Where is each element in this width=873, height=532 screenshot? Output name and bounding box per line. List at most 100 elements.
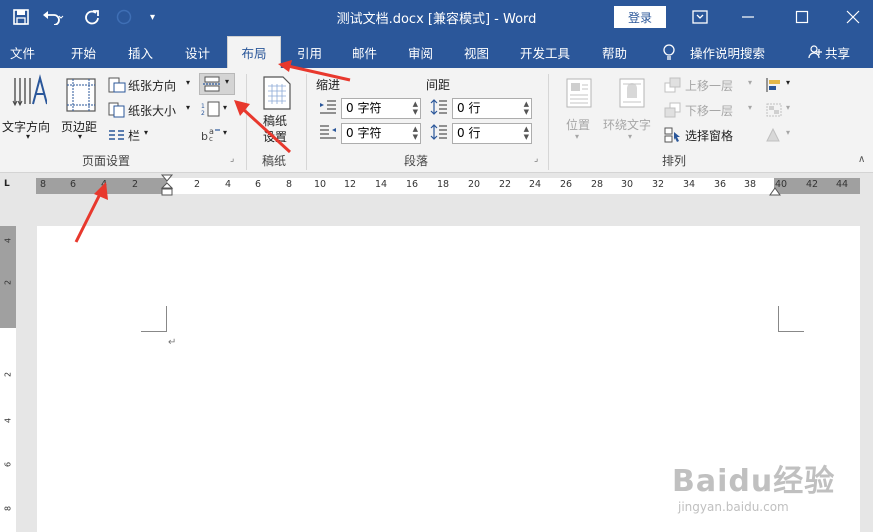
close-icon[interactable] [846, 7, 860, 27]
tab-mailings[interactable]: 邮件 [350, 36, 379, 68]
ruler-tick: 8 [285, 179, 293, 190]
indent-left-field[interactable]: 0 字符 ▲ ▼ [341, 98, 421, 119]
indent-left-value: 0 字符 [346, 101, 382, 115]
columns-button[interactable]: 栏 ▾ [108, 126, 158, 144]
annotation-arrow-ruler [74, 182, 108, 243]
align-button[interactable]: ▾ [765, 76, 795, 94]
line-numbers-icon: 12 [201, 101, 220, 117]
tab-developer[interactable]: 开发工具 [518, 36, 572, 68]
rotate-dropdown-icon: ▾ [786, 128, 791, 137]
ruler-tick: 44 [835, 179, 849, 190]
paragraph-dialog-launcher-icon[interactable]: ⌟ [534, 154, 538, 164]
page-setup-group-label: 页面设置 [82, 154, 131, 168]
tab-help[interactable]: 帮助 [600, 36, 629, 68]
margins-button[interactable]: 页边距 ▾ [60, 72, 104, 144]
position-icon [566, 78, 592, 108]
ruler-tick: 32 [651, 179, 665, 190]
position-button[interactable]: 位置 ▾ [560, 74, 598, 144]
vertical-ruler[interactable]: 4 2 2 4 6 8 [0, 226, 16, 532]
indent-right-field[interactable]: 0 字符 ▲ ▼ [341, 123, 421, 144]
group-separator [306, 74, 307, 170]
columns-icon [109, 130, 124, 140]
spin-arrows-icon[interactable]: ▲ ▼ [413, 125, 418, 141]
share-icon[interactable] [806, 36, 824, 68]
spacing-before-icon [430, 99, 447, 115]
login-button[interactable]: 登录 [614, 6, 666, 28]
wrap-text-label: 环绕文字 [603, 118, 652, 132]
ruler-tick: 34 [682, 179, 696, 190]
bring-forward-dropdown-icon: ▾ [748, 78, 753, 87]
size-button[interactable]: 纸张大小 ▾ [108, 101, 198, 119]
paragraph-group-label: 段落 [404, 154, 429, 168]
ruler-tick: 2 [131, 179, 139, 190]
wrap-text-button[interactable]: 环绕文字 ▾ [603, 74, 661, 144]
bring-forward-button[interactable]: 上移一层 ▾ [664, 76, 758, 94]
tab-view[interactable]: 视图 [462, 36, 491, 68]
title-bar: ▾ 测试文档.docx [兼容模式] - Word 登录 [0, 0, 873, 36]
ribbon-display-options-icon[interactable] [692, 7, 708, 27]
tell-me-search[interactable]: 操作说明搜索 [688, 36, 767, 68]
ruler-tick: 18 [436, 179, 450, 190]
spacing-before-field[interactable]: 0 行 ▲ ▼ [452, 98, 532, 119]
vertical-ruler-tick: 4 [3, 237, 13, 244]
align-dropdown-icon: ▾ [786, 78, 791, 87]
indent-marker-icon[interactable] [160, 174, 174, 196]
indent-right-icon [320, 125, 336, 139]
selection-pane-button[interactable]: 选择窗格 [664, 126, 748, 144]
margin-corner-mark [778, 306, 804, 332]
tab-file[interactable]: 文件 [8, 36, 37, 68]
tab-review[interactable]: 审阅 [406, 36, 435, 68]
group-separator [548, 74, 549, 170]
ribbon-layout-panel: 文字方向 ▾ 页边距 ▾ 纸张方向 ▾ 纸张大小 ▾ 栏 ▾ ▾ 12 ▾ ba… [0, 68, 873, 173]
spacing-after-field[interactable]: 0 行 ▲ ▼ [452, 123, 532, 144]
send-backward-button[interactable]: 下移一层 ▾ [664, 101, 758, 119]
group-objects-dropdown-icon: ▾ [786, 103, 791, 112]
send-backward-dropdown-icon: ▾ [748, 103, 753, 112]
columns-label: 栏 [128, 129, 141, 143]
ruler-tick: 10 [313, 179, 327, 190]
right-indent-marker-icon[interactable] [769, 187, 781, 196]
ruler-tick: 4 [224, 179, 232, 190]
spin-arrows-icon[interactable]: ▲ ▼ [524, 125, 529, 141]
orientation-icon [108, 77, 126, 93]
tab-design[interactable]: 设计 [183, 36, 212, 68]
spacing-after-icon [430, 124, 447, 140]
ruler-tick: 8 [39, 179, 47, 190]
selection-pane-icon [664, 127, 680, 143]
collapse-ribbon-icon[interactable]: ∧ [858, 154, 865, 165]
ribbon-tab-bar: 文件 开始 插入 设计 布局 引用 邮件 审阅 视图 开发工具 帮助 操作说明搜… [0, 36, 873, 68]
spin-arrows-icon[interactable]: ▲ ▼ [524, 100, 529, 116]
paragraph-mark-icon[interactable]: ↵ [168, 337, 176, 348]
tab-layout[interactable]: 布局 [227, 36, 281, 68]
vertical-ruler-tick: 4 [3, 417, 13, 424]
maximize-icon[interactable] [795, 7, 809, 27]
size-label: 纸张大小 [128, 104, 177, 118]
group-objects-button[interactable]: ▾ [765, 101, 795, 119]
ruler-tick: 2 [193, 179, 201, 190]
ruler-tick: 36 [713, 179, 727, 190]
vertical-ruler-tick: 6 [3, 461, 13, 468]
svg-text:c: c [209, 135, 213, 142]
arrange-group-label: 排列 [662, 154, 687, 168]
minimize-icon[interactable] [741, 7, 755, 27]
watermark-brand: Baidu经验 [672, 464, 836, 499]
breaks-button[interactable]: ▾ [199, 73, 235, 95]
tab-insert[interactable]: 插入 [126, 36, 155, 68]
spin-arrows-icon[interactable]: ▲ ▼ [413, 100, 418, 116]
svg-text:b: b [201, 130, 208, 142]
horizontal-ruler-row: L 8 6 4 2 2 4 6 8 10 12 14 16 18 20 22 2… [0, 174, 873, 196]
orientation-button[interactable]: 纸张方向 ▾ [108, 76, 198, 94]
lightbulb-icon[interactable] [660, 36, 678, 68]
share-button[interactable]: 共享 [823, 36, 852, 68]
tab-selector-icon[interactable]: L [4, 179, 10, 189]
text-direction-button[interactable]: 文字方向 ▾ [2, 72, 56, 144]
ruler-tick: 14 [374, 179, 388, 190]
ruler-tick: 12 [343, 179, 357, 190]
ruler-tick: 38 [743, 179, 757, 190]
vertical-ruler-tick: 2 [3, 371, 13, 378]
rotate-icon [766, 127, 780, 142]
rotate-button[interactable]: ▾ [765, 126, 795, 144]
annotation-arrow-breaks [234, 100, 292, 154]
paper-size-icon [108, 102, 125, 118]
tab-home[interactable]: 开始 [69, 36, 98, 68]
